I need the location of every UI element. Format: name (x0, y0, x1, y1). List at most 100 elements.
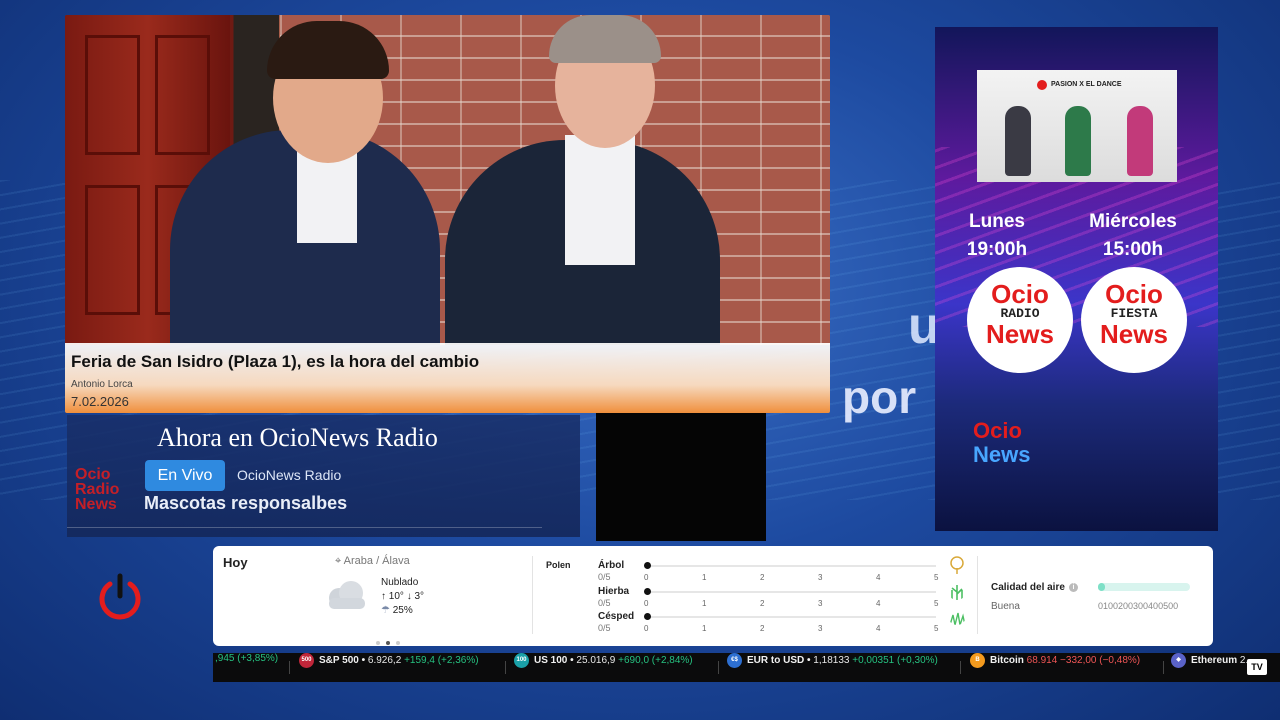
power-icon[interactable] (95, 572, 145, 622)
air-quality-bar (1098, 583, 1190, 591)
tradingview-icon[interactable]: TV (1247, 659, 1267, 675)
umbrella-icon: ☂ (381, 605, 390, 616)
tree-icon (950, 556, 964, 574)
promo-image: PASION X EL DANCE (977, 70, 1177, 182)
ocio-radio-logo: Ocio Radio News (75, 466, 120, 513)
divider (67, 527, 542, 528)
ticker-item-eurusd[interactable]: €$ EUR to USD • 1,18133 +0,00351 (+0,30%) (727, 653, 938, 682)
ocio-fiesta-badge: Ocio FIESTA News (1081, 267, 1187, 373)
air-quality-title: Calidad del aire i (991, 582, 1078, 593)
divider (977, 556, 978, 634)
badge-news-text: News (986, 319, 1054, 349)
badge-news-text: News (1100, 319, 1168, 349)
location-pin-icon: ⌖ (335, 555, 342, 567)
temp-high: 10° (388, 591, 404, 602)
ticker-value: 6.926,2 (367, 655, 402, 667)
promo-day-left: Lunes (969, 211, 1025, 232)
carousel-dots[interactable] (376, 632, 406, 650)
location-text: Araba / Álava (343, 555, 410, 567)
badge-ocio-text: Ocio (1105, 279, 1163, 309)
ocionews-logo: Ocio News (973, 419, 1030, 467)
live-button[interactable]: En Vivo (145, 460, 225, 491)
pollen-value: 0/5 (598, 623, 611, 633)
news-title[interactable]: Feria de San Isidro (Plaza 1), es la hor… (71, 352, 824, 372)
air-quality-label: Calidad del aire (991, 582, 1065, 593)
weather-widget: Hoy ⌖ Araba / Álava Nublado ↑ 10° ↓ 3° ☂… (213, 546, 1213, 646)
arrow-down-icon: ↓ (406, 591, 412, 602)
promo-day-right: Miércoles (1089, 211, 1177, 232)
promo-image-label: PASION X EL DANCE (1051, 81, 1122, 88)
ticker-name: S&P 500 (319, 655, 359, 667)
grass-icon (951, 585, 963, 600)
logo-news-text: News (973, 442, 1031, 467)
pollen-row-tree: Árbol 0/5 012345 (598, 556, 964, 584)
promo-time-left: 19:00h (966, 239, 1028, 260)
pollen-level-marker (644, 613, 651, 620)
news-date: 7.02.2026 (71, 394, 129, 409)
ticker-item-ethereum[interactable]: ◆ Ethereum 2. (1171, 653, 1248, 682)
ocio-radio-badge: Ocio RADIO News (967, 267, 1073, 373)
background-overlay-text-2: por (842, 371, 917, 423)
video-player[interactable] (596, 413, 766, 541)
pollen-title: Polen (546, 560, 571, 570)
arrow-up-icon: ↑ (381, 591, 386, 602)
ticker-item-bitcoin[interactable]: B Bitcoin 68.914 −332,00 (−0,48%) (970, 653, 1140, 682)
info-icon[interactable]: i (1068, 583, 1078, 592)
us100-icon: 100 (514, 653, 529, 668)
promo-banner[interactable]: PASION X EL DANCE Lunes 19:00h Miércoles… (935, 27, 1218, 531)
ticker-name: US 100 (534, 655, 568, 667)
ticker-change: −332,00 (−0,48%) (1060, 655, 1141, 667)
pollen-row-grass: Hierba 0/5 012345 (598, 585, 963, 610)
pollen-row-lawn: Césped 0/5 012345 (598, 611, 966, 635)
ticker-item[interactable]: ,945 (+3,85%) (215, 653, 278, 682)
ticker-value: 68.914 (1026, 655, 1058, 667)
ticker-change: +0,00351 (+0,30%) (852, 655, 938, 667)
pollen-value: 0/5 (598, 572, 611, 582)
temp-low: 3° (414, 591, 425, 602)
ticker-name: EUR to USD (747, 655, 805, 667)
record-icon (1037, 80, 1047, 90)
lawn-icon (949, 612, 966, 625)
currency-icon: €$ (727, 653, 742, 668)
pollen-name: Árbol (598, 560, 625, 571)
weather-rain: ☂ 25% (381, 605, 413, 616)
pollen-value: 0/5 (598, 598, 611, 608)
weather-today-label: Hoy (223, 555, 248, 570)
featured-news-card[interactable]: Feria de San Isidro (Plaza 1), es la hor… (65, 15, 830, 413)
now-playing-heading: Ahora en OcioNews Radio (157, 423, 438, 452)
cloud-icon (329, 581, 365, 609)
show-name: Mascotas responsalbes (144, 493, 348, 513)
market-ticker: ,945 (+3,85%) 500 S&P 500 • 6.926,2 +159,… (213, 653, 1280, 682)
divider (532, 556, 533, 634)
station-name: OcioNews Radio (237, 467, 342, 483)
logo-ocio-text: Ocio (973, 418, 1022, 443)
ticker-value: 25.016,9 (576, 655, 616, 667)
air-quality-scale: 0100200300400500 (1098, 601, 1179, 611)
weather-temps: ↑ 10° ↓ 3° (381, 591, 424, 602)
promo-time-right: 15:00h (1102, 239, 1164, 260)
ticker-change: ,945 (+3,85%) (215, 653, 279, 664)
pollen-name: Hierba (598, 586, 630, 597)
ticker-value: 1,18133 (813, 655, 850, 667)
sp500-icon: 500 (299, 653, 314, 668)
ticker-name: Ethereum (1191, 655, 1238, 667)
news-photo (65, 15, 830, 345)
weather-condition: Nublado (381, 577, 419, 588)
pollen-level-marker (644, 588, 651, 595)
news-author: Antonio Lorca (71, 379, 133, 390)
badge-ocio-text: Ocio (991, 279, 1049, 309)
air-quality-status: Buena (991, 601, 1020, 612)
now-playing-panel: Ahora en OcioNews Radio Ocio Radio News … (67, 415, 580, 537)
pollen-name: Césped (598, 611, 635, 622)
rain-chance: 25% (392, 605, 413, 616)
weather-location[interactable]: ⌖ Araba / Álava (335, 555, 410, 568)
ticker-change: +159,4 (+2,36%) (404, 655, 479, 667)
ticker-name: Bitcoin (990, 655, 1024, 667)
pollen-level-marker (644, 562, 651, 569)
news-caption: Feria de San Isidro (Plaza 1), es la hor… (65, 343, 830, 413)
ticker-item-us100[interactable]: 100 US 100 • 25.016,9 +690,0 (+2,84%) (514, 653, 693, 682)
ticker-change: +690,0 (+2,84%) (618, 655, 693, 667)
bitcoin-icon: B (970, 653, 985, 668)
ethereum-icon: ◆ (1171, 653, 1186, 668)
ticker-item-sp500[interactable]: 500 S&P 500 • 6.926,2 +159,4 (+2,36%) (299, 653, 479, 682)
